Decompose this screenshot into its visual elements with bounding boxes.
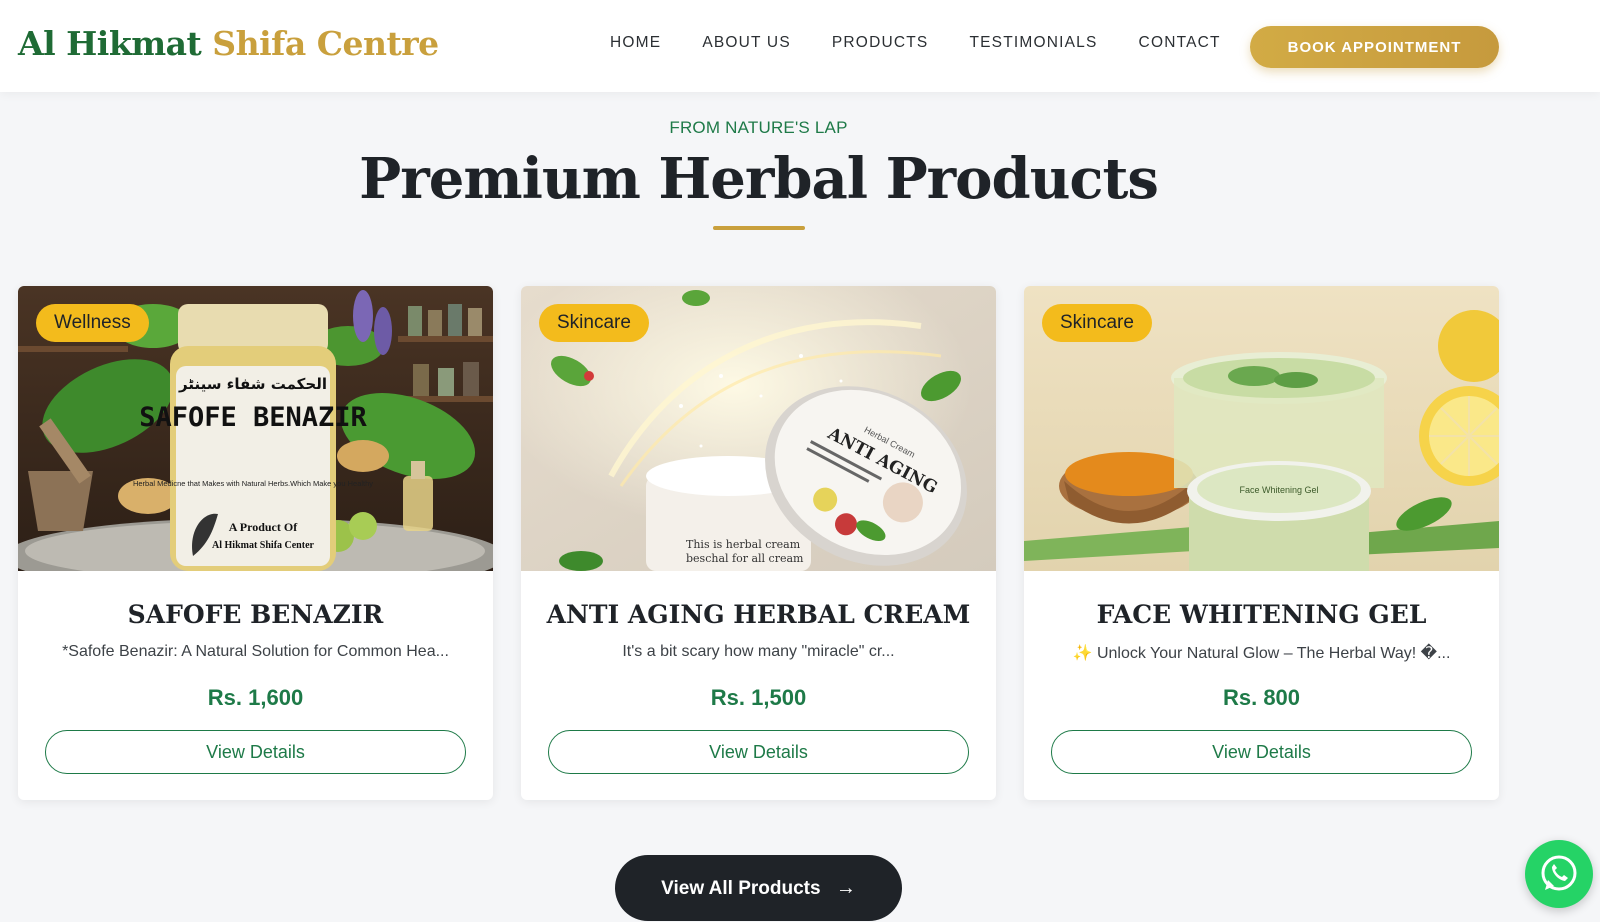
nav-home[interactable]: HOME <box>610 34 661 52</box>
product-card-safofe-benazir: الحکمت شفاء سینٹر SAFOFE BENAZIR Herbal … <box>18 286 493 800</box>
view-details-button[interactable]: View Details <box>45 730 466 774</box>
nav-products[interactable]: PRODUCTS <box>832 34 929 52</box>
view-all-products-button[interactable]: View All Products → <box>615 855 902 921</box>
product-price: Rs. 1,500 <box>710 685 807 710</box>
logo-secondary-text: Shifa Centre <box>212 24 439 63</box>
product-price: Rs. 800 <box>1222 685 1301 710</box>
view-all-label: View All Products <box>661 877 821 899</box>
jar-maker-line-1: A Product Of <box>229 520 298 534</box>
whatsapp-icon <box>1541 855 1577 891</box>
product-name: FACE WHITENING GEL <box>1096 600 1427 629</box>
section-eyebrow: FROM NATURE'S LAP <box>669 118 848 137</box>
section-title: Premium Herbal Products <box>359 146 1159 212</box>
gel-lid-label: Face Whitening Gel <box>1239 485 1318 495</box>
logo-primary-text: Al Hikmat <box>18 24 202 63</box>
cream-jar-line-2: beschal for all cream <box>686 552 804 565</box>
view-details-button[interactable]: View Details <box>1051 730 1472 774</box>
nav-about-us[interactable]: ABOUT US <box>702 34 791 52</box>
category-badge: Skincare <box>1042 304 1152 342</box>
category-badge: Skincare <box>539 304 649 342</box>
jar-description-label: Herbal Medicne that Makes with Natural H… <box>133 479 373 488</box>
main-nav: HOME ABOUT US PRODUCTS TESTIMONIALS CONT… <box>610 34 1262 52</box>
jar-maker-line-2: Al Hikmat Shifa Center <box>212 540 315 551</box>
product-image-face-whitening-gel[interactable]: Face Whitening Gel Skincare <box>1024 286 1499 571</box>
site-header: Al Hikmat Shifa Centre HOME ABOUT US PRO… <box>0 0 1600 92</box>
product-price: Rs. 1,600 <box>207 685 304 710</box>
arrow-right-icon: → <box>835 876 856 899</box>
site-logo[interactable]: Al Hikmat Shifa Centre <box>18 24 439 63</box>
jar-urdu-label: الحکمت شفاء سینٹر <box>178 375 327 393</box>
nav-contact[interactable]: CONTACT <box>1139 34 1221 52</box>
product-name: ANTI AGING HERBAL CREAM <box>546 600 971 629</box>
product-description: ✨ Unlock Your Natural Glow – The Herbal … <box>1072 645 1451 662</box>
cream-jar-line-1: This is herbal cream <box>686 538 801 551</box>
product-description: It's a bit scary how many "miracle" cr..… <box>622 643 895 660</box>
product-description: *Safofe Benazir: A Natural Solution for … <box>62 643 449 660</box>
book-appointment-button[interactable]: BOOK APPOINTMENT <box>1250 26 1499 68</box>
jar-title-label: SAFOFE BENAZIR <box>139 402 367 433</box>
whatsapp-button[interactable] <box>1525 840 1593 908</box>
view-details-button[interactable]: View Details <box>548 730 969 774</box>
product-name: SAFOFE BENAZIR <box>127 600 384 629</box>
nav-testimonials[interactable]: TESTIMONIALS <box>969 34 1097 52</box>
product-card-anti-aging-cream: This is herbal cream beschal for all cre… <box>521 286 996 800</box>
product-image-safofe-benazir[interactable]: الحکمت شفاء سینٹر SAFOFE BENAZIR Herbal … <box>18 286 493 571</box>
category-badge: Wellness <box>36 304 149 342</box>
title-underline <box>713 226 805 230</box>
product-card-face-whitening-gel: Face Whitening Gel Skincare FACE WHITENI… <box>1024 286 1499 800</box>
product-image-anti-aging-cream[interactable]: This is herbal cream beschal for all cre… <box>521 286 996 571</box>
